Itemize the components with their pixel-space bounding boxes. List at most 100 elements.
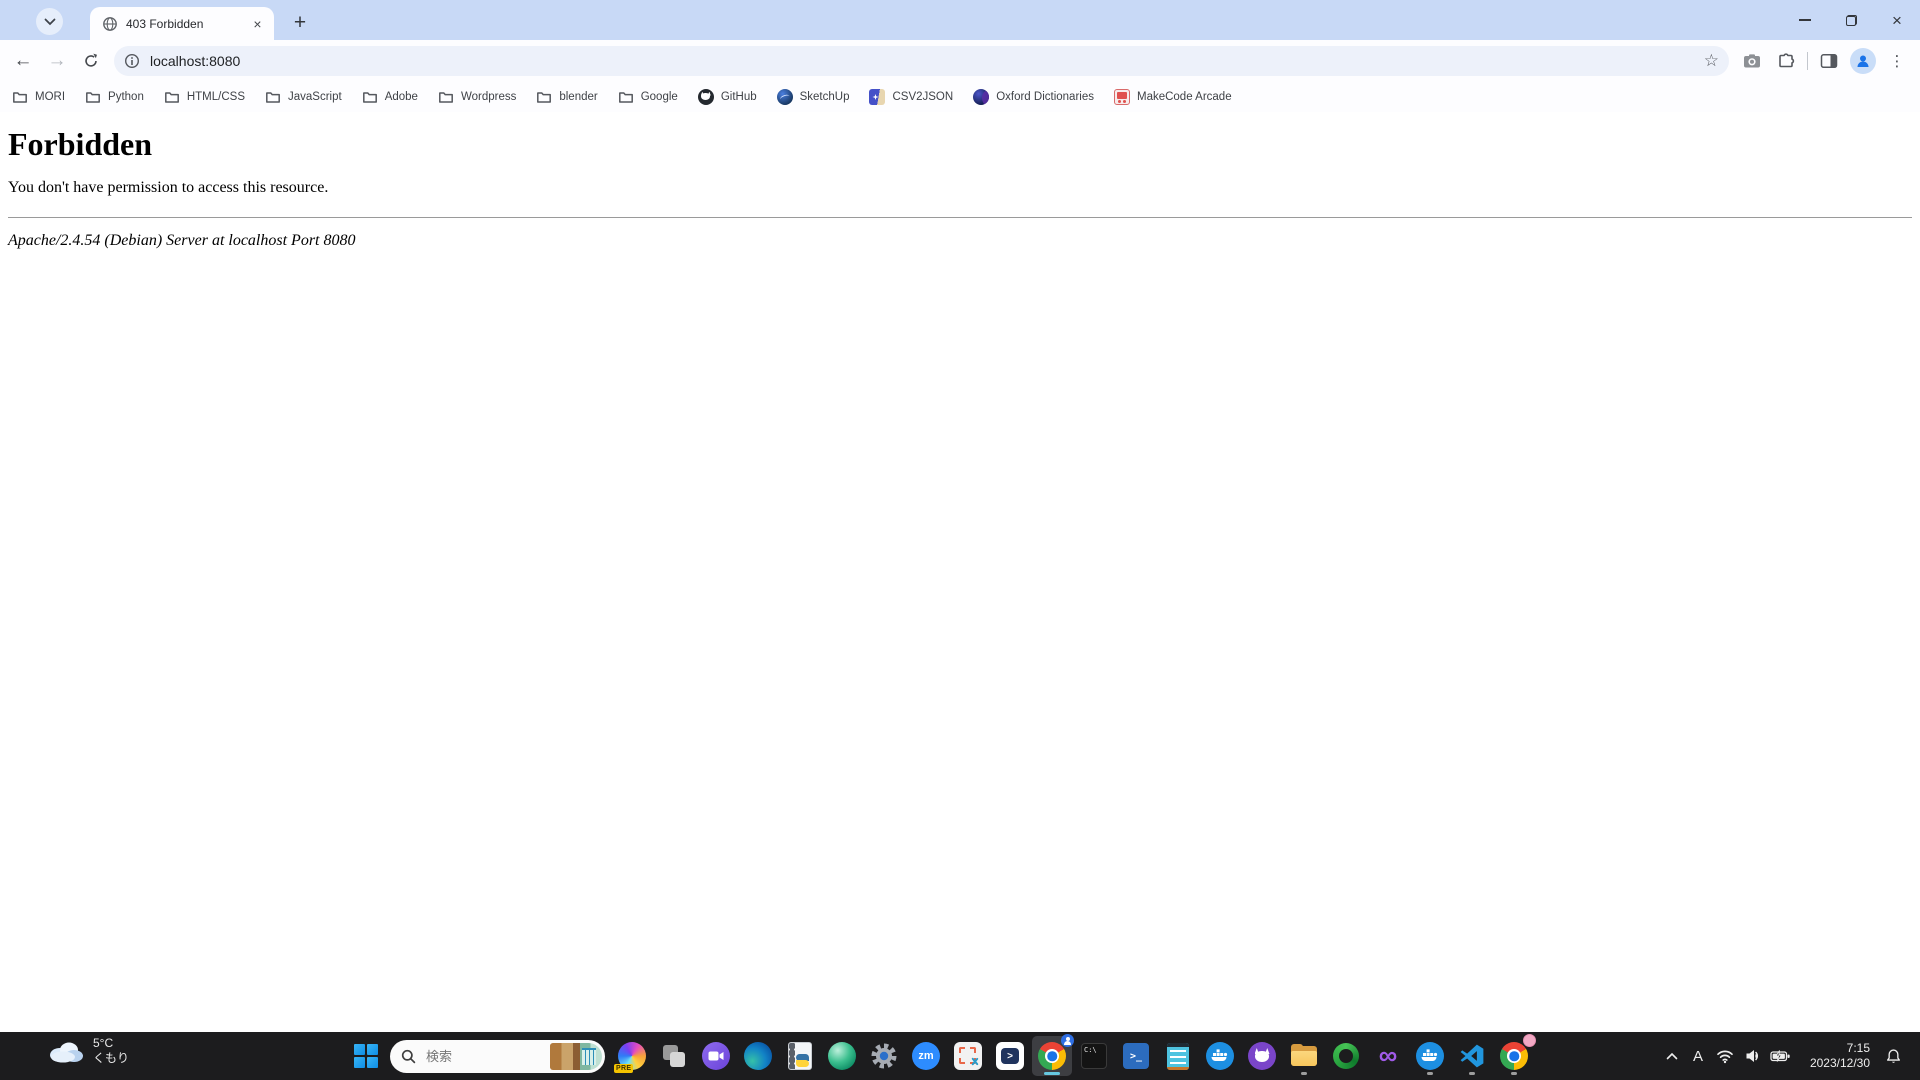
toolbar-divider (1807, 52, 1808, 70)
bookmark-github[interactable]: GitHub (697, 89, 757, 105)
bookmark-blender[interactable]: blender (536, 89, 598, 105)
taskbar-app-widgets[interactable] (654, 1036, 694, 1076)
reload-button[interactable] (74, 44, 108, 78)
profile-badge-icon (1523, 1034, 1536, 1047)
taskbar-app-zoom[interactable]: zm (906, 1036, 946, 1076)
speaker-icon (1746, 1050, 1758, 1062)
taskbar-app-notepad[interactable] (1158, 1036, 1198, 1076)
vscode-icon (1460, 1044, 1484, 1068)
side-panel-icon (1820, 54, 1838, 69)
minimize-button[interactable] (1782, 0, 1828, 40)
taskbar-app-powershell[interactable]: >_ (1116, 1036, 1156, 1076)
tab-search-button[interactable] (36, 8, 63, 35)
new-tab-button[interactable]: + (286, 9, 314, 37)
folder-icon (439, 92, 453, 103)
taskbar-app-chrome-active[interactable] (1032, 1034, 1074, 1076)
taskbar-app-green-globe[interactable] (822, 1036, 862, 1076)
taskbar-app-green-ring[interactable] (1326, 1036, 1366, 1076)
taskbar-app-settings[interactable] (864, 1036, 904, 1076)
taskbar-apps: PRE zm > C:\ >_ ∞ (612, 1034, 1536, 1076)
clock[interactable]: 7:15 2023/12/30 (1796, 1032, 1870, 1080)
taskbar-app-dev-chat[interactable]: > (990, 1036, 1030, 1076)
close-button[interactable]: × (1874, 0, 1920, 40)
tray-chevron-up[interactable] (1660, 1032, 1684, 1080)
makecode-icon (1113, 89, 1130, 105)
taskbar-app-command-prompt[interactable]: C:\ (1074, 1036, 1114, 1076)
docker-icon (1416, 1042, 1444, 1070)
bookmark-javascript[interactable]: JavaScript (265, 89, 342, 105)
restore-button[interactable] (1828, 0, 1874, 40)
browser-menu-button[interactable]: ⋮ (1880, 44, 1914, 78)
taskbar-search[interactable] (390, 1039, 605, 1073)
dev-chat-icon: > (996, 1042, 1024, 1070)
taskbar-app-vscode[interactable] (1452, 1036, 1492, 1076)
chrome-icon (1038, 1042, 1066, 1070)
person-icon (1857, 55, 1869, 67)
tab-403-forbidden[interactable]: 403 Forbidden × (90, 7, 274, 40)
bookmarks-bar: MORI Python HTML/CSS JavaScript Adobe Wo… (0, 82, 1920, 112)
site-info-icon[interactable] (124, 53, 140, 69)
running-indicator (1427, 1072, 1433, 1075)
zoom-icon: zm (912, 1042, 940, 1070)
chevron-down-icon (44, 18, 55, 25)
side-panel-button[interactable] (1812, 44, 1846, 78)
bookmark-adobe[interactable]: Adobe (362, 89, 418, 105)
page-content: Forbidden You don't have permission to a… (0, 112, 1920, 1032)
bookmark-wordpress[interactable]: Wordpress (438, 89, 516, 105)
taskbar-app-file-explorer[interactable] (1284, 1036, 1324, 1076)
bookmark-oxford-dictionaries[interactable]: Oxford Dictionaries (973, 89, 1094, 105)
bell-icon (1886, 1048, 1900, 1063)
taskbar-app-video-chat[interactable] (696, 1036, 736, 1076)
search-input[interactable] (424, 1047, 550, 1065)
tab-title: 403 Forbidden (126, 16, 204, 31)
weather-widget[interactable]: 5°C くもり (46, 1036, 129, 1066)
taskbar-app-edge[interactable] (738, 1036, 778, 1076)
bookmark-google[interactable]: Google (618, 89, 678, 105)
tab-close-icon[interactable]: × (249, 15, 266, 32)
start-button[interactable] (346, 1036, 386, 1076)
divider (8, 217, 1912, 218)
wifi-indicator[interactable] (1712, 1032, 1738, 1080)
bookmark-mori[interactable]: MORI (12, 89, 65, 105)
bookmark-makecode-arcade[interactable]: MakeCode Arcade (1113, 89, 1232, 105)
taskbar-app-python-file[interactable] (780, 1036, 820, 1076)
folder-icon (537, 92, 552, 103)
profile-button[interactable] (1846, 44, 1880, 78)
folder-icon (266, 92, 280, 103)
window-controls: × (1782, 0, 1920, 40)
forward-button[interactable]: → (40, 44, 74, 78)
bookmark-htmlcss[interactable]: HTML/CSS (164, 89, 245, 105)
taskbar-app-github-desktop[interactable] (1242, 1036, 1282, 1076)
back-button[interactable]: ← (6, 44, 40, 78)
taskbar-app-docker-2[interactable] (1410, 1036, 1450, 1076)
bookmark-sketchup[interactable]: SketchUp (776, 89, 849, 105)
browser-titlebar: 403 Forbidden × + × (0, 0, 1920, 40)
taskbar-app-chrome-pink-profile[interactable] (1494, 1034, 1536, 1076)
bookmark-star-icon[interactable]: ☆ (1704, 51, 1719, 71)
snipping-tool-icon (954, 1042, 982, 1070)
omnibox[interactable]: ☆ (114, 46, 1729, 76)
profile-badge-icon (1061, 1034, 1074, 1047)
notifications-button[interactable] (1878, 1032, 1908, 1080)
extensions-button[interactable] (1769, 44, 1803, 78)
bookmark-csv2json[interactable]: CSV2JSON (869, 89, 953, 105)
bookmark-python[interactable]: Python (85, 89, 144, 105)
squares-icon (660, 1042, 688, 1070)
taskbar-app-copilot[interactable]: PRE (612, 1036, 652, 1076)
battery-charging-icon (1769, 1050, 1790, 1062)
search-highlight-image[interactable] (550, 1042, 602, 1070)
ime-indicator[interactable]: A (1686, 1032, 1710, 1080)
volume-indicator[interactable] (1740, 1032, 1766, 1080)
docker-icon (1206, 1042, 1234, 1070)
sketchup-icon (776, 89, 793, 105)
python-file-icon (788, 1042, 812, 1070)
folder-icon (164, 92, 179, 103)
search-icon (401, 1049, 416, 1063)
taskbar-app-docker[interactable] (1200, 1036, 1240, 1076)
screenshot-camera-button[interactable] (1735, 44, 1769, 78)
battery-indicator[interactable] (1766, 1032, 1794, 1080)
taskbar-app-visual-studio[interactable]: ∞ (1368, 1036, 1408, 1076)
folder-icon (13, 92, 27, 103)
address-input[interactable] (148, 52, 1704, 70)
taskbar-app-snipping-tool[interactable] (948, 1036, 988, 1076)
